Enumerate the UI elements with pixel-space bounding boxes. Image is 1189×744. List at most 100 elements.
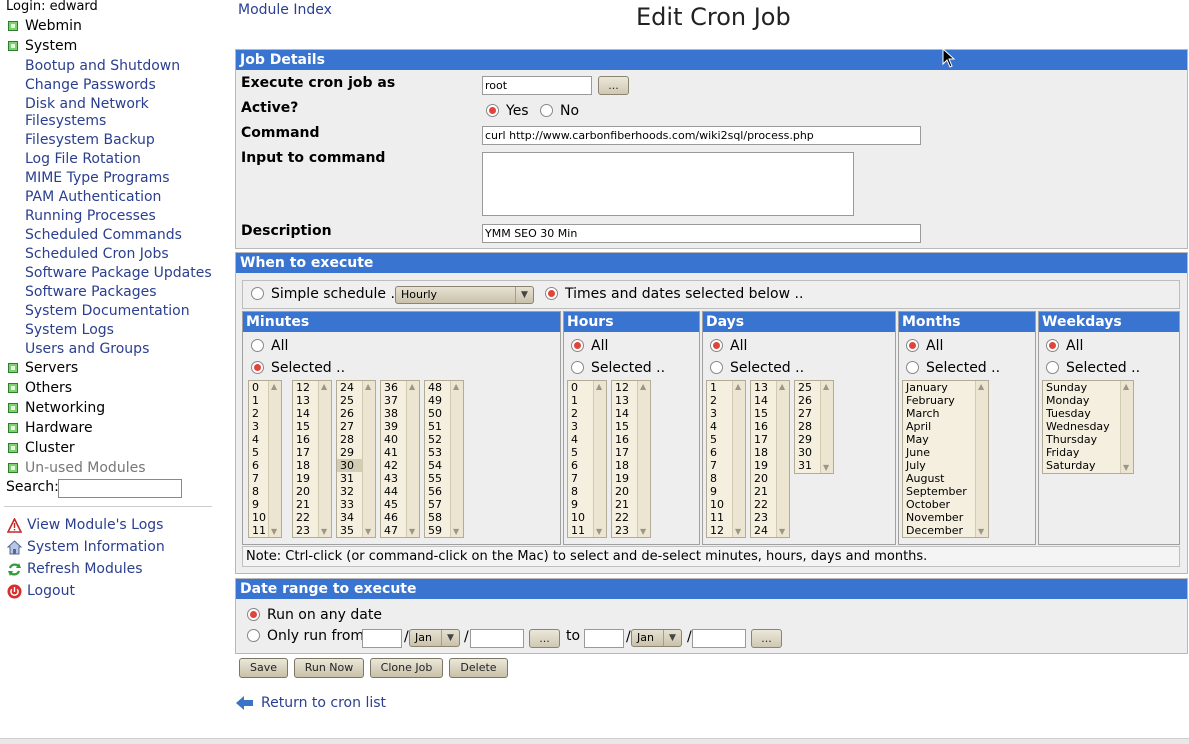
- view-module-logs-link[interactable]: View Module's Logs: [7, 517, 163, 533]
- to-day-input[interactable]: [584, 629, 624, 648]
- from-year-input[interactable]: [470, 629, 524, 648]
- to-year-input[interactable]: [692, 629, 746, 648]
- list-option[interactable]: 43: [381, 472, 406, 485]
- list-option[interactable]: 10: [249, 511, 268, 524]
- list-option[interactable]: 23: [751, 511, 776, 524]
- clone-job-button[interactable]: Clone Job: [370, 658, 443, 678]
- hours-list-2[interactable]: 12 13 14 15 16 17 18 19 20 21 22 23 ▲ ▼: [611, 380, 651, 538]
- list-option[interactable]: September: [903, 485, 975, 498]
- run-any-date-radio[interactable]: [247, 608, 260, 621]
- to-month-select[interactable]: Jan ▼: [631, 629, 682, 647]
- weekdays-selected-radio[interactable]: [1046, 361, 1059, 374]
- scrollbar[interactable]: ▲ ▼: [1120, 381, 1133, 473]
- list-option[interactable]: 59: [425, 524, 450, 537]
- list-option[interactable]: 4: [568, 433, 593, 446]
- category-webmin[interactable]: Webmin: [8, 18, 82, 34]
- category-others[interactable]: Others: [8, 380, 72, 396]
- list-option[interactable]: 5: [707, 433, 732, 446]
- list-option[interactable]: 3: [568, 420, 593, 433]
- days-selected-radio[interactable]: [710, 361, 723, 374]
- list-option[interactable]: 51: [425, 420, 450, 433]
- list-option[interactable]: 8: [707, 472, 732, 485]
- days-list-2[interactable]: 13 14 15 16 17 18 19 20 21 22 23 24 ▲ ▼: [750, 380, 790, 538]
- scroll-down-icon[interactable]: ▼: [823, 463, 829, 472]
- list-option[interactable]: July: [903, 459, 975, 472]
- sidebar-item-pam[interactable]: PAM Authentication: [25, 189, 161, 206]
- list-option[interactable]: 30: [337, 459, 362, 472]
- list-option[interactable]: 38: [381, 407, 406, 420]
- scrollbar[interactable]: ▲ ▼: [975, 381, 988, 537]
- scroll-down-icon[interactable]: ▼: [640, 527, 646, 536]
- list-option[interactable]: Tuesday: [1043, 407, 1120, 420]
- list-option[interactable]: December: [903, 524, 975, 537]
- scroll-down-icon[interactable]: ▼: [1123, 463, 1129, 472]
- scroll-up-icon[interactable]: ▲: [1123, 382, 1129, 391]
- list-option[interactable]: Saturday: [1043, 459, 1120, 472]
- scroll-up-icon[interactable]: ▲: [735, 382, 741, 391]
- description-input[interactable]: YMM SEO 30 Min: [482, 224, 921, 243]
- category-cluster[interactable]: Cluster: [8, 440, 75, 456]
- list-option[interactable]: 20: [612, 485, 637, 498]
- list-option[interactable]: 42: [381, 459, 406, 472]
- scroll-up-icon[interactable]: ▲: [365, 382, 371, 391]
- from-month-select[interactable]: Jan ▼: [409, 629, 460, 647]
- list-option[interactable]: 56: [425, 485, 450, 498]
- list-option[interactable]: January: [903, 381, 975, 394]
- scrollbar[interactable]: ▲ ▼: [820, 381, 833, 473]
- list-option[interactable]: 6: [707, 446, 732, 459]
- search-input[interactable]: [58, 479, 182, 498]
- scroll-up-icon[interactable]: ▲: [453, 382, 459, 391]
- scroll-up-icon[interactable]: ▲: [409, 382, 415, 391]
- list-option[interactable]: 17: [612, 446, 637, 459]
- category-unused-modules[interactable]: Un-used Modules: [8, 460, 146, 476]
- scrollbar[interactable]: ▲ ▼: [732, 381, 745, 537]
- list-option[interactable]: 29: [337, 446, 362, 459]
- list-option[interactable]: 18: [612, 459, 637, 472]
- days-list-1[interactable]: 1 2 3 4 5 6 7 8 9 10 11 12 ▲ ▼: [706, 380, 746, 538]
- sidebar-item-scheduled-commands[interactable]: Scheduled Commands: [25, 227, 182, 244]
- scroll-down-icon[interactable]: ▼: [596, 527, 602, 536]
- minutes-all-radio[interactable]: [251, 339, 264, 352]
- active-yes-radio[interactable]: [486, 104, 499, 117]
- list-option[interactable]: 57: [425, 498, 450, 511]
- list-option[interactable]: 6: [568, 459, 593, 472]
- list-option[interactable]: 2: [707, 394, 732, 407]
- list-option[interactable]: 28: [795, 420, 820, 433]
- list-option[interactable]: 21: [751, 485, 776, 498]
- scroll-up-icon[interactable]: ▲: [779, 382, 785, 391]
- list-option[interactable]: 23: [293, 524, 318, 537]
- months-selected-radio[interactable]: [906, 361, 919, 374]
- list-option[interactable]: 3: [707, 407, 732, 420]
- list-option[interactable]: 17: [293, 446, 318, 459]
- scroll-up-icon[interactable]: ▲: [978, 382, 984, 391]
- list-option[interactable]: 22: [293, 511, 318, 524]
- sidebar-item-software-updates[interactable]: Software Package Updates: [25, 265, 212, 282]
- scroll-up-icon[interactable]: ▲: [596, 382, 602, 391]
- list-option[interactable]: 3: [249, 420, 268, 433]
- list-option[interactable]: 7: [707, 459, 732, 472]
- from-day-input[interactable]: [362, 629, 402, 648]
- list-option[interactable]: 8: [249, 485, 268, 498]
- list-option[interactable]: Friday: [1043, 446, 1120, 459]
- scroll-down-icon[interactable]: ▼: [978, 527, 984, 536]
- list-option[interactable]: 32: [337, 485, 362, 498]
- scrollbar[interactable]: ▲ ▼: [776, 381, 789, 537]
- from-date-picker-button[interactable]: ...: [529, 629, 560, 648]
- category-networking[interactable]: Networking: [8, 400, 105, 416]
- active-no-radio[interactable]: [540, 104, 553, 117]
- list-option[interactable]: 15: [293, 420, 318, 433]
- list-option[interactable]: June: [903, 446, 975, 459]
- list-option[interactable]: 24: [337, 381, 362, 394]
- times-selected-radio[interactable]: [545, 287, 558, 300]
- scroll-down-icon[interactable]: ▼: [321, 527, 327, 536]
- list-option[interactable]: 12: [707, 524, 732, 537]
- scrollbar[interactable]: ▲ ▼: [637, 381, 650, 537]
- simple-schedule-radio[interactable]: [251, 287, 264, 300]
- list-option[interactable]: 2: [249, 407, 268, 420]
- list-option[interactable]: Thursday: [1043, 433, 1120, 446]
- return-to-cron-list-link[interactable]: Return to cron list: [236, 695, 386, 711]
- list-option[interactable]: 4: [707, 420, 732, 433]
- list-option[interactable]: 33: [337, 498, 362, 511]
- scrollbar[interactable]: ▲ ▼: [406, 381, 419, 537]
- scroll-up-icon[interactable]: ▲: [271, 382, 277, 391]
